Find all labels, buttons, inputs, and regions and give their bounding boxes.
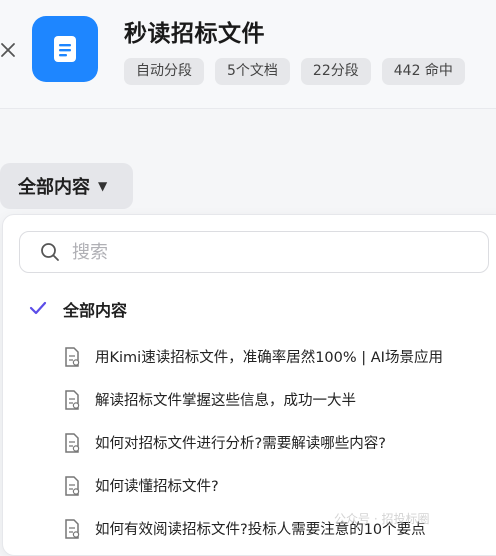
list-item[interactable]: 如何对招标文件进行分析?需要解读哪些内容? [63, 421, 443, 464]
tag-hit-count: 442 命中 [381, 58, 465, 85]
header: 秒读招标文件 自动分段 5个文档 22分段 442 命中 [0, 0, 496, 109]
close-button[interactable] [0, 38, 18, 62]
filter-label: 全部内容 [18, 177, 90, 198]
document-icon [63, 389, 83, 410]
document-icon [63, 518, 83, 539]
list-item[interactable]: 如何读懂招标文件? [63, 464, 443, 507]
filter-dropdown-button[interactable]: 全部内容 ▼ [0, 163, 133, 209]
tag-row: 自动分段 5个文档 22分段 442 命中 [124, 58, 465, 85]
search-box[interactable] [19, 231, 489, 273]
document-title: 如何有效阅读招标文件?投标人需要注意的10个要点 [95, 522, 426, 538]
option-all-label: 全部内容 [63, 301, 128, 320]
search-input[interactable] [70, 240, 454, 264]
search-icon [41, 243, 59, 261]
list-item[interactable]: 用Kimi速读招标文件，准确率居然100% | AI场景应用 [63, 335, 443, 378]
document-title: 如何对招标文件进行分析?需要解读哪些内容? [95, 436, 386, 452]
option-all-content[interactable]: 全部内容 [29, 297, 127, 321]
document-icon [63, 346, 83, 367]
list-item[interactable]: 如何有效阅读招标文件?投标人需要注意的10个要点 [63, 507, 443, 550]
close-icon [1, 43, 15, 57]
filter-dropdown-panel: 全部内容 用Kimi速读招标文件，准确率居然100% | AI场景应用 解读招标… [2, 214, 496, 556]
document-title: 如何读懂招标文件? [95, 479, 219, 495]
document-title: 用Kimi速读招标文件，准确率居然100% | AI场景应用 [95, 350, 443, 366]
list-item[interactable]: 解读招标文件掌握这些信息，成功一大半 [63, 378, 443, 421]
tag-auto-segment: 自动分段 [124, 58, 204, 85]
page-title: 秒读招标文件 [124, 21, 265, 47]
tag-segment-count: 22分段 [300, 58, 371, 85]
document-list: 用Kimi速读招标文件，准确率居然100% | AI场景应用 解读招标文件掌握这… [63, 335, 443, 550]
check-icon [29, 299, 51, 320]
document-app-icon [32, 16, 98, 82]
document-icon [63, 475, 83, 496]
tag-document-count: 5个文档 [215, 58, 290, 85]
document-icon [63, 432, 83, 453]
document-title: 解读招标文件掌握这些信息，成功一大半 [95, 393, 356, 409]
caret-down-icon: ▼ [98, 179, 108, 193]
